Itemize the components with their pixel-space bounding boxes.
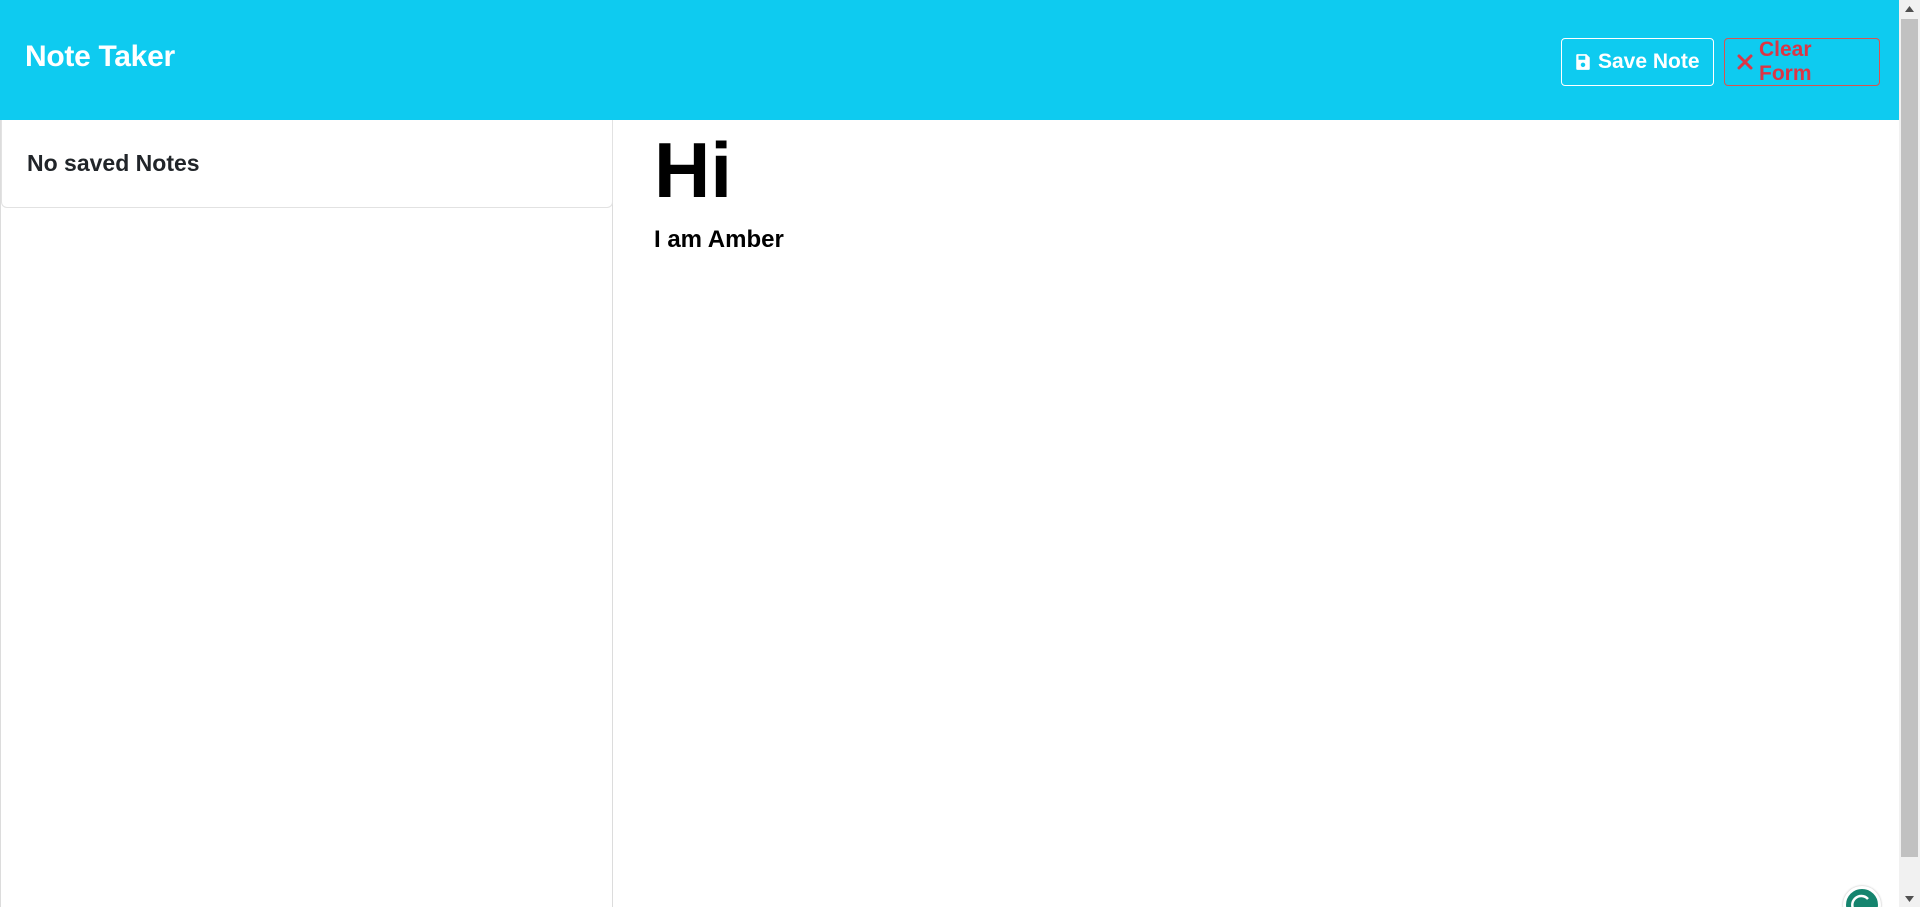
clear-form-button[interactable]: Clear Form [1724, 38, 1880, 86]
brand-title[interactable]: Note Taker [25, 40, 175, 74]
navbar: Note Taker Save Note Clear Form [0, 0, 1899, 120]
clear-form-label: Clear Form [1759, 38, 1812, 85]
save-note-label: Save Note [1598, 50, 1700, 73]
page-scrollbar[interactable] [1899, 0, 1920, 907]
note-title-input[interactable]: Hi [654, 127, 732, 214]
scroll-up-arrow-icon[interactable] [1899, 0, 1920, 17]
note-editor: Hi I am Amber [614, 120, 1899, 907]
x-icon [1737, 54, 1753, 70]
empty-notes-message: No saved Notes [27, 150, 200, 176]
empty-notes-card: No saved Notes [1, 120, 613, 208]
save-note-button[interactable]: Save Note [1561, 38, 1714, 86]
notes-sidebar: No saved Notes [0, 120, 613, 907]
note-text-area[interactable]: I am Amber [654, 226, 784, 254]
scrollbar-thumb[interactable] [1901, 19, 1918, 857]
scroll-down-arrow-icon[interactable] [1899, 890, 1920, 907]
floppy-disk-icon [1574, 53, 1592, 71]
note-taker-app: Note Taker Save Note Clear Form No saved [0, 0, 1920, 907]
